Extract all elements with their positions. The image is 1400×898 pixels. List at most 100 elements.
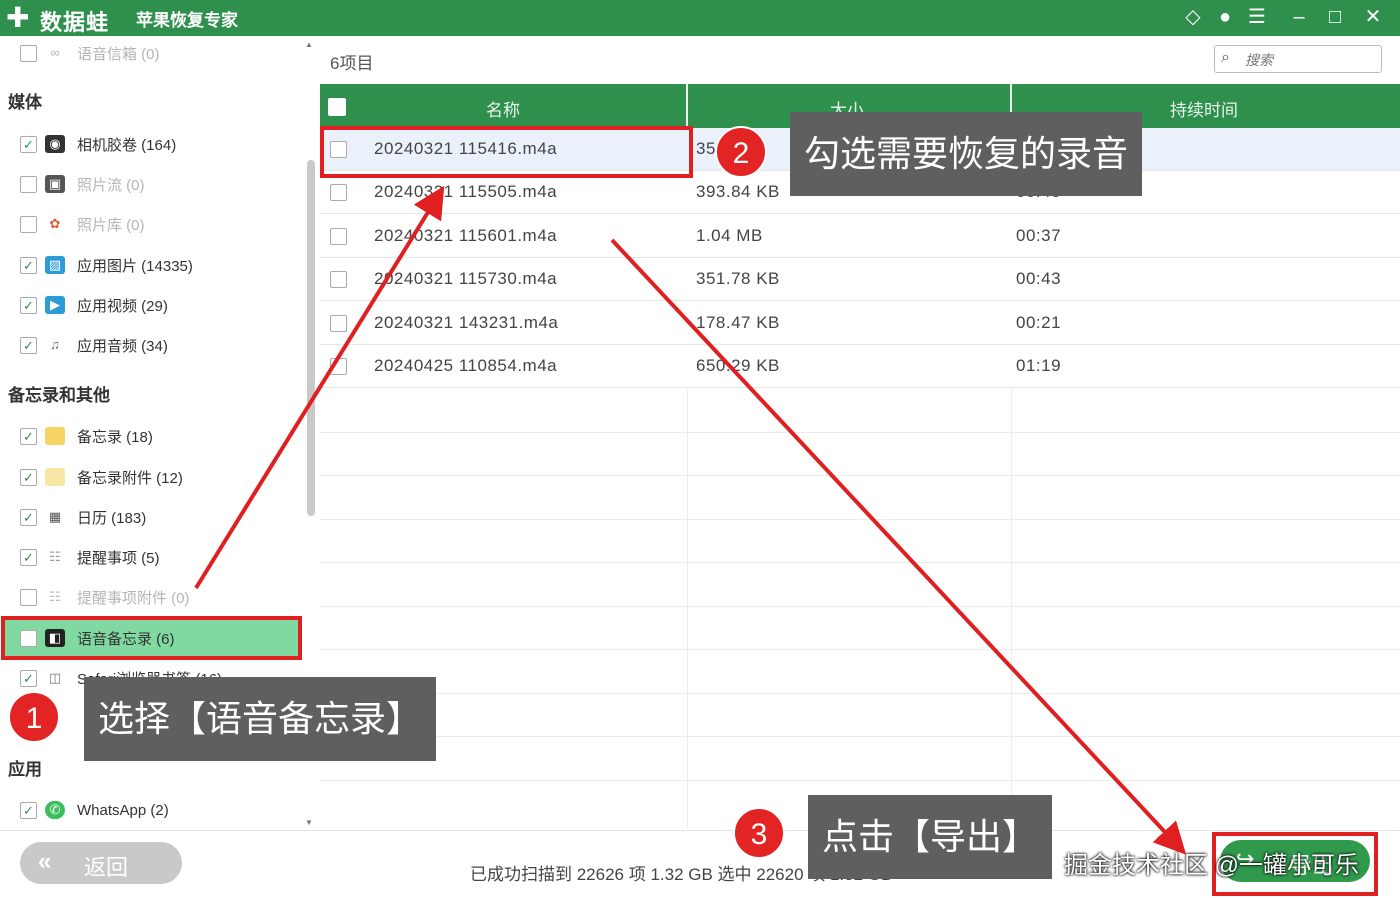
item-count: 6项目 — [330, 54, 374, 73]
file-size: 35 — [696, 139, 716, 158]
row-checkbox[interactable] — [330, 228, 347, 245]
callout-step-3: 点击【导出】 — [808, 795, 1053, 879]
sidebar-item-reminders[interactable]: ✓ ☷ 提醒事项 (5) — [20, 542, 302, 572]
column-header-name[interactable]: 名称 — [486, 96, 520, 121]
file-name: 20240321 115601.m4a — [374, 226, 558, 245]
section-media: 媒体 — [8, 93, 42, 112]
column-header-duration[interactable]: 持续时间 — [1170, 96, 1238, 121]
file-size: 1.04 MB — [696, 226, 763, 245]
checkbox[interactable]: ✓ — [20, 669, 37, 687]
notes-icon — [45, 427, 65, 445]
row-checkbox[interactable] — [330, 271, 347, 288]
photos-icon: ✿ — [49, 216, 61, 231]
sidebar-item-label: 备忘录 (18) — [77, 428, 153, 446]
checkbox[interactable]: ✓ — [20, 256, 37, 274]
grid-line — [320, 519, 1400, 520]
sidebar-item-note-attachments[interactable]: ✓ 备忘录附件 (12) — [20, 462, 302, 492]
table-row[interactable]: 20240425 110854.m4a 650.29 KB 01:19 — [320, 345, 1400, 388]
sidebar-scrollbar-thumb[interactable] — [307, 160, 315, 516]
file-size: 351.78 KB — [696, 269, 780, 288]
file-size: 650.29 KB — [696, 356, 780, 375]
grid-line — [320, 649, 1400, 650]
file-duration: 01:19 — [1016, 356, 1062, 375]
file-name: 20240321 115730.m4a — [374, 269, 558, 288]
sidebar-item-label: WhatsApp (2) — [77, 801, 169, 819]
step-1-badge: 1 — [8, 691, 60, 743]
row-checkbox[interactable] — [330, 315, 347, 332]
checkbox[interactable]: ✓ — [20, 548, 37, 566]
note-attachment-icon — [45, 468, 65, 486]
back-button-label: 返回 — [84, 855, 129, 880]
scroll-down-arrow-icon[interactable]: ▼ — [305, 818, 313, 827]
file-name: 20240321 143231.m4a — [374, 313, 559, 332]
search-box[interactable]: ⌕ — [1214, 45, 1382, 73]
column-divider — [686, 84, 688, 128]
diamond-icon[interactable]: ◇ — [1180, 4, 1206, 30]
table-row[interactable]: 20240321 115730.m4a 351.78 KB 00:43 — [320, 258, 1400, 301]
calendar-icon: ▦ — [48, 509, 62, 524]
file-name: 20240321 115505.m4a — [374, 182, 558, 201]
back-button[interactable]: « 返回 — [20, 842, 182, 884]
highlight-first-row — [320, 126, 693, 178]
file-duration: 00:37 — [1016, 226, 1062, 245]
sidebar-item-photo-library[interactable]: ✿ 照片库 (0) — [20, 209, 302, 239]
callout-step-1: 选择【语音备忘录】 — [84, 677, 437, 761]
close-icon[interactable]: ✕ — [1360, 4, 1386, 30]
maximize-icon[interactable]: □ — [1322, 4, 1348, 30]
app-videos-icon: ▶ — [45, 296, 65, 314]
app-photos-icon: ▨ — [45, 256, 65, 274]
sidebar-item-photo-stream[interactable]: ▣ 照片流 (0) — [20, 169, 302, 199]
sidebar-item-notes[interactable]: ✓ 备忘录 (18) — [20, 421, 302, 451]
reminders-icon: ☷ — [49, 549, 61, 564]
sidebar-item-label: 相机胶卷 (164) — [77, 136, 177, 154]
sidebar-item-label: 日历 (183) — [77, 509, 147, 527]
checkbox[interactable]: ✓ — [20, 468, 37, 486]
scroll-up-arrow-icon[interactable]: ▲ — [305, 40, 313, 49]
row-checkbox[interactable] — [330, 358, 347, 375]
checkbox[interactable] — [20, 588, 37, 606]
watermark: 掘金技术社区 @一罐小可乐 — [1064, 852, 1360, 879]
checkbox[interactable]: ✓ — [20, 508, 37, 526]
checkbox[interactable] — [20, 44, 37, 62]
grid-line — [320, 562, 1400, 563]
sidebar-item-camera-roll[interactable]: ✓ ◉ 相机胶卷 (164) — [20, 129, 302, 159]
sidebar-item-label: 照片库 (0) — [77, 216, 145, 234]
checkbox[interactable]: ✓ — [20, 296, 37, 314]
checkbox[interactable] — [20, 175, 37, 193]
reminder-attachment-icon: ☷ — [49, 589, 61, 604]
checkbox[interactable]: ✓ — [20, 427, 37, 445]
app-brand: 数据蛙 — [40, 10, 110, 35]
whatsapp-icon: ✆ — [45, 801, 65, 819]
search-input[interactable] — [1245, 50, 1373, 70]
step-3-badge: 3 — [733, 807, 785, 859]
checkbox[interactable] — [20, 215, 37, 233]
grid-line — [320, 693, 1400, 694]
row-checkbox[interactable] — [330, 184, 347, 201]
sidebar-item-voicemail[interactable]: ∞ 语音信箱 (0) — [20, 38, 302, 68]
grid-line — [1011, 389, 1012, 829]
file-size: 178.47 KB — [696, 313, 780, 332]
sidebar-item-app-photos[interactable]: ✓ ▨ 应用图片 (14335) — [20, 250, 302, 280]
file-duration: 00:21 — [1016, 313, 1062, 332]
chat-icon[interactable]: ● — [1212, 4, 1238, 30]
table-row[interactable]: 20240321 115601.m4a 1.04 MB 00:37 — [320, 215, 1400, 258]
feedback-icon[interactable]: ☰ — [1244, 4, 1270, 30]
checkbox[interactable]: ✓ — [20, 801, 37, 819]
sidebar-item-calendar[interactable]: ✓ ▦ 日历 (183) — [20, 502, 302, 532]
callout-step-2: 勾选需要恢复的录音 — [790, 112, 1143, 196]
double-chevron-left-icon: « — [38, 848, 52, 875]
file-size: 393.84 KB — [696, 182, 780, 201]
search-icon: ⌕ — [1221, 49, 1230, 66]
select-all-checkbox[interactable] — [328, 98, 346, 116]
minimize-icon[interactable]: – — [1286, 4, 1312, 30]
checkbox[interactable]: ✓ — [20, 336, 37, 354]
checkbox[interactable]: ✓ — [20, 135, 37, 153]
sidebar-item-whatsapp[interactable]: ✓ ✆ WhatsApp (2) — [20, 795, 302, 825]
camera-icon: ◉ — [45, 135, 65, 153]
sidebar-item-app-audio[interactable]: ✓ ♫ 应用音频 (34) — [20, 330, 302, 360]
sidebar-item-reminder-attachments[interactable]: ☷ 提醒事项附件 (0) — [20, 582, 302, 612]
sidebar-item-app-videos[interactable]: ✓ ▶ 应用视频 (29) — [20, 290, 302, 320]
voicemail-icon: ∞ — [50, 45, 60, 60]
table-row[interactable]: 20240321 143231.m4a 178.47 KB 00:21 — [320, 302, 1400, 345]
sidebar-item-label: 语音信箱 (0) — [77, 45, 160, 63]
